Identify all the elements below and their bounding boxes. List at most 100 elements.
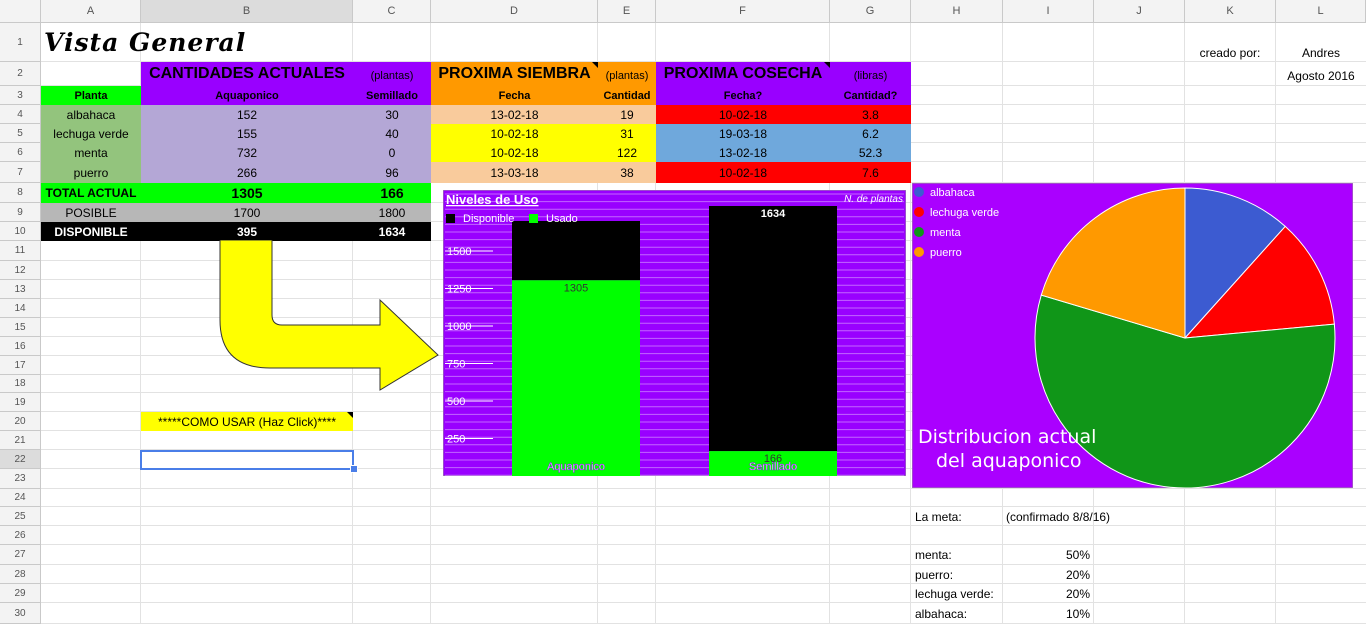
semillado-value[interactable]: 96 bbox=[353, 162, 431, 183]
row-header[interactable]: 15 bbox=[0, 318, 41, 337]
siembra-cantidad[interactable]: 122 bbox=[598, 143, 656, 162]
column-header[interactable]: H bbox=[911, 0, 1003, 23]
cosecha-header[interactable]: PROXIMA COSECHA bbox=[656, 62, 830, 86]
row-header[interactable]: 8 bbox=[0, 183, 41, 203]
row-header[interactable]: 14 bbox=[0, 299, 41, 318]
row-header[interactable]: 22 bbox=[0, 450, 41, 469]
row-header[interactable]: 13 bbox=[0, 280, 41, 299]
y-tick-label: 750 bbox=[447, 359, 465, 371]
aquaponico-value[interactable]: 732 bbox=[141, 143, 353, 162]
row-header[interactable]: 5 bbox=[0, 124, 41, 143]
column-header[interactable]: A bbox=[41, 0, 141, 23]
column-header[interactable]: D bbox=[431, 0, 598, 23]
row-header[interactable]: 28 bbox=[0, 565, 41, 584]
corner-cell[interactable] bbox=[0, 0, 41, 23]
fill-handle[interactable] bbox=[350, 465, 358, 473]
selected-cell[interactable] bbox=[140, 450, 354, 470]
y-tick-label: 1250 bbox=[447, 284, 471, 296]
plant-name[interactable]: albahaca bbox=[41, 105, 141, 124]
total-aquaponico[interactable]: 1305 bbox=[141, 183, 353, 203]
row-header[interactable]: 16 bbox=[0, 337, 41, 356]
row-header[interactable]: 30 bbox=[0, 603, 41, 624]
cosecha-cantidad[interactable]: 3.8 bbox=[830, 105, 911, 124]
posible-semillado[interactable]: 1800 bbox=[353, 203, 431, 222]
row-header[interactable]: 26 bbox=[0, 526, 41, 545]
aquaponico-value[interactable]: 155 bbox=[141, 124, 353, 143]
semillado-value[interactable]: 0 bbox=[353, 143, 431, 162]
cosecha-fecha[interactable]: 10-02-18 bbox=[656, 105, 830, 124]
aquaponico-value[interactable]: 266 bbox=[141, 162, 353, 183]
row-header[interactable]: 27 bbox=[0, 545, 41, 565]
row-header[interactable]: 7 bbox=[0, 162, 41, 183]
row-header[interactable]: 25 bbox=[0, 507, 41, 526]
plant-name[interactable]: lechuga verde bbox=[41, 124, 141, 143]
como-usar-button[interactable]: *****COMO USAR (Haz Click)**** bbox=[141, 412, 353, 431]
cosecha-fecha[interactable]: 19-03-18 bbox=[656, 124, 830, 143]
date: Agosto 2016 bbox=[1287, 68, 1355, 83]
siembra-fecha[interactable]: 10-02-18 bbox=[431, 143, 598, 162]
siembra-cantidad[interactable]: 31 bbox=[598, 124, 656, 143]
plantas-unit: (plantas) bbox=[353, 62, 431, 86]
siembra-fecha[interactable]: 10-02-18 bbox=[431, 124, 598, 143]
cosecha-cantidad[interactable]: 7.6 bbox=[830, 162, 911, 183]
legend-swatch bbox=[914, 207, 924, 217]
column-header[interactable]: F bbox=[656, 0, 830, 23]
row-header[interactable]: 11 bbox=[0, 241, 41, 261]
meta-item-value[interactable]: 20% bbox=[1003, 584, 1094, 603]
column-header[interactable]: J bbox=[1094, 0, 1185, 23]
column-header[interactable]: I bbox=[1003, 0, 1094, 23]
bar-label-disponible: 1634 bbox=[761, 208, 786, 220]
row-header[interactable]: 12 bbox=[0, 261, 41, 280]
distribucion-pie-chart[interactable]: albahaca lechuga verde menta puerro Distribu… bbox=[912, 183, 1353, 488]
meta-note: (confirmado 8/8/16) bbox=[1006, 509, 1111, 524]
column-header[interactable]: C bbox=[353, 0, 431, 23]
column-header[interactable]: B bbox=[141, 0, 353, 23]
y-tick-label: 250 bbox=[447, 434, 465, 446]
siembra-cantidad[interactable]: 38 bbox=[598, 162, 656, 183]
plant-name[interactable]: puerro bbox=[41, 162, 141, 183]
siembra-header[interactable]: PROXIMA SIEMBRA bbox=[431, 62, 598, 86]
meta-item-label: lechuga verde: bbox=[915, 586, 994, 601]
niveles-de-uso-chart[interactable]: 2505007501000125015003951305Aquaponico16… bbox=[443, 190, 906, 476]
posible-aquaponico[interactable]: 1700 bbox=[141, 203, 353, 222]
meta-label: La meta: bbox=[915, 509, 962, 524]
meta-item-value[interactable]: 10% bbox=[1003, 603, 1094, 624]
siembra-fecha[interactable]: 13-02-18 bbox=[431, 105, 598, 124]
row-header[interactable]: 3 bbox=[0, 86, 41, 105]
column-header[interactable]: E bbox=[598, 0, 656, 23]
row-header[interactable]: 4 bbox=[0, 105, 41, 124]
aquaponico-value[interactable]: 152 bbox=[141, 105, 353, 124]
siembra-fecha[interactable]: 13-03-18 bbox=[431, 162, 598, 183]
row-header[interactable]: 10 bbox=[0, 222, 41, 241]
siembra-cantidad[interactable]: 19 bbox=[598, 105, 656, 124]
cosecha-fecha[interactable]: 13-02-18 bbox=[656, 143, 830, 162]
cosecha-fecha[interactable]: 10-02-18 bbox=[656, 162, 830, 183]
meta-item-value[interactable]: 20% bbox=[1003, 565, 1094, 584]
row-header[interactable]: 9 bbox=[0, 203, 41, 222]
row-header[interactable]: 2 bbox=[0, 62, 41, 86]
plant-name[interactable]: menta bbox=[41, 143, 141, 162]
row-header[interactable]: 23 bbox=[0, 469, 41, 489]
disponible-semillado[interactable]: 1634 bbox=[353, 222, 431, 241]
row-header[interactable]: 20 bbox=[0, 412, 41, 431]
disponible-aquaponico[interactable]: 395 bbox=[141, 222, 353, 241]
row-header[interactable]: 18 bbox=[0, 375, 41, 393]
row-header[interactable]: 21 bbox=[0, 431, 41, 450]
meta-item-value[interactable]: 50% bbox=[1003, 545, 1094, 565]
cosecha-cantidad[interactable]: 52.3 bbox=[830, 143, 911, 162]
grid-line bbox=[41, 544, 1366, 545]
row-header[interactable]: 24 bbox=[0, 489, 41, 507]
column-header[interactable]: L bbox=[1276, 0, 1366, 23]
row-header[interactable]: 17 bbox=[0, 356, 41, 375]
semillado-value[interactable]: 30 bbox=[353, 105, 431, 124]
grid-line bbox=[41, 506, 1366, 507]
semillado-value[interactable]: 40 bbox=[353, 124, 431, 143]
row-header[interactable]: 19 bbox=[0, 393, 41, 412]
column-header[interactable]: G bbox=[830, 0, 911, 23]
row-header[interactable]: 29 bbox=[0, 584, 41, 603]
row-header[interactable]: 1 bbox=[0, 23, 41, 62]
cosecha-cantidad[interactable]: 6.2 bbox=[830, 124, 911, 143]
column-header[interactable]: K bbox=[1185, 0, 1276, 23]
total-semillado[interactable]: 166 bbox=[353, 183, 431, 203]
row-header[interactable]: 6 bbox=[0, 143, 41, 162]
